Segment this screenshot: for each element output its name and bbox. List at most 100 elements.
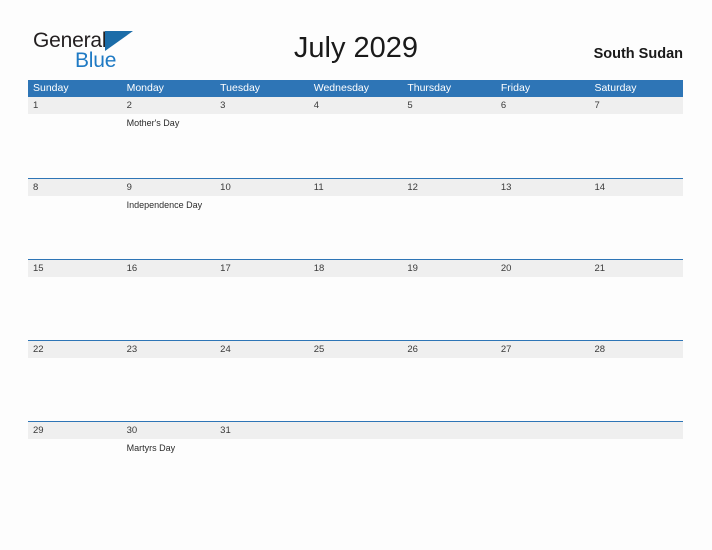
holiday-event-label: Independence Day [126,200,203,210]
day-number-cell[interactable]: 19 [402,260,496,277]
day-number-cell[interactable]: 7 [589,97,683,114]
day-cell[interactable] [215,439,309,502]
day-cell [402,439,496,502]
day-cell[interactable] [496,358,590,421]
day-cell[interactable] [402,358,496,421]
weekday-header-wednesday: Wednesday [313,82,369,94]
day-number-cell[interactable]: 8 [28,179,122,196]
day-number-cell[interactable]: 13 [496,179,590,196]
day-number-cell[interactable]: 20 [496,260,590,277]
day-cell[interactable] [589,196,683,259]
day-number-cell-empty [309,422,403,439]
day-cell[interactable] [309,277,403,340]
day-cell[interactable] [402,277,496,340]
day-number-cell[interactable]: 26 [402,341,496,358]
day-number-cell[interactable]: 22 [28,341,122,358]
day-number-cell[interactable]: 28 [589,341,683,358]
day-number-cell[interactable]: 2 [122,97,216,114]
calendar-grid: Sunday Monday Tuesday Wednesday Thursday… [28,80,683,502]
day-cell[interactable] [28,277,122,340]
day-number-cell-empty [589,422,683,439]
day-number-cell[interactable]: 25 [309,341,403,358]
day-cell[interactable] [589,358,683,421]
day-number-cell[interactable]: 9 [122,179,216,196]
day-cell[interactable] [122,277,216,340]
day-number-cell[interactable]: 1 [28,97,122,114]
calendar-week-row: 29 30 31 Martyrs Day [28,421,683,502]
day-event-band: Independence Day [28,196,683,259]
day-cell [589,439,683,502]
day-cell[interactable] [28,114,122,177]
day-number-band: 22 23 24 25 26 27 28 [28,341,683,358]
day-number-cell[interactable]: 31 [215,422,309,439]
day-cell[interactable] [496,196,590,259]
weekday-header-thursday: Thursday [407,82,452,94]
day-cell[interactable] [215,196,309,259]
calendar-week-row: 8 9 10 11 12 13 14 Independence Day [28,178,683,259]
day-cell[interactable]: Mother's Day [122,114,216,177]
weekday-header-sunday: Sunday [33,82,69,94]
region-label: South Sudan [593,46,683,62]
day-cell[interactable] [402,196,496,259]
day-event-band [28,277,683,340]
day-cell[interactable] [589,114,683,177]
day-number-cell[interactable]: 15 [28,260,122,277]
day-event-band: Martyrs Day [28,439,683,502]
day-number-cell-empty [496,422,590,439]
holiday-event-label: Mother's Day [126,118,180,128]
day-number-cell[interactable]: 10 [215,179,309,196]
day-cell[interactable] [496,114,590,177]
day-cell[interactable] [309,358,403,421]
weekday-header-tuesday: Tuesday [220,82,261,94]
day-number-cell[interactable]: 30 [122,422,216,439]
day-cell[interactable] [309,114,403,177]
day-cell[interactable]: Independence Day [122,196,216,259]
day-number-band: 15 16 17 18 19 20 21 [28,260,683,277]
day-number-cell[interactable]: 3 [215,97,309,114]
day-cell[interactable] [28,439,122,502]
day-cell[interactable]: Martyrs Day [122,439,216,502]
day-cell[interactable] [589,277,683,340]
day-number-band: 8 9 10 11 12 13 14 [28,179,683,196]
day-cell[interactable] [122,358,216,421]
day-number-cell[interactable]: 11 [309,179,403,196]
day-number-cell[interactable]: 4 [309,97,403,114]
day-number-band: 1234567 [28,97,683,114]
calendar-weeks: 1 2 3 4 5 6 7 Mother's Day 8 9 10 11 12 13 14 Independe… [28,97,683,502]
weekday-header-row: Sunday Monday Tuesday Wednesday Thursday… [28,80,683,97]
day-number-cell[interactable]: 18 [309,260,403,277]
day-cell[interactable] [28,196,122,259]
day-number-cell[interactable]: 12 [402,179,496,196]
weekday-header-monday: Monday [126,82,164,94]
holiday-event-label: Martyrs Day [126,443,176,453]
day-number-cell[interactable]: 29 [28,422,122,439]
day-cell[interactable] [215,277,309,340]
calendar-week-row: 1 2 3 4 5 6 7 Mother's Day [28,97,683,178]
day-event-band: Mother's Day [28,114,683,177]
day-number-cell[interactable]: 5 [402,97,496,114]
day-number-cell[interactable]: 14 [589,179,683,196]
day-cell[interactable] [496,277,590,340]
day-cell[interactable] [309,196,403,259]
day-cell[interactable] [215,114,309,177]
day-number-cell[interactable]: 17 [215,260,309,277]
day-number-band: 29 30 31 [28,422,683,439]
day-number-cell[interactable]: 24 [215,341,309,358]
day-cell[interactable] [215,358,309,421]
page-header: General Blue July 2029 South Sudan [0,0,712,80]
weekday-header-friday: Friday [500,82,531,94]
weekday-header-saturday: Saturday [594,82,637,94]
calendar-week-row: 22 23 24 25 26 27 28 [28,340,683,421]
day-cell [496,439,590,502]
day-number-cell-empty [402,422,496,439]
day-number-cell[interactable]: 6 [496,97,590,114]
day-number-cell[interactable]: 21 [589,260,683,277]
day-number-cell[interactable]: 16 [122,260,216,277]
calendar-week-row: 15 16 17 18 19 20 21 [28,259,683,340]
day-cell[interactable] [28,358,122,421]
day-cell [309,439,403,502]
day-cell[interactable] [402,114,496,177]
day-number-cell[interactable]: 23 [122,341,216,358]
day-event-band [28,358,683,421]
day-number-cell[interactable]: 27 [496,341,590,358]
